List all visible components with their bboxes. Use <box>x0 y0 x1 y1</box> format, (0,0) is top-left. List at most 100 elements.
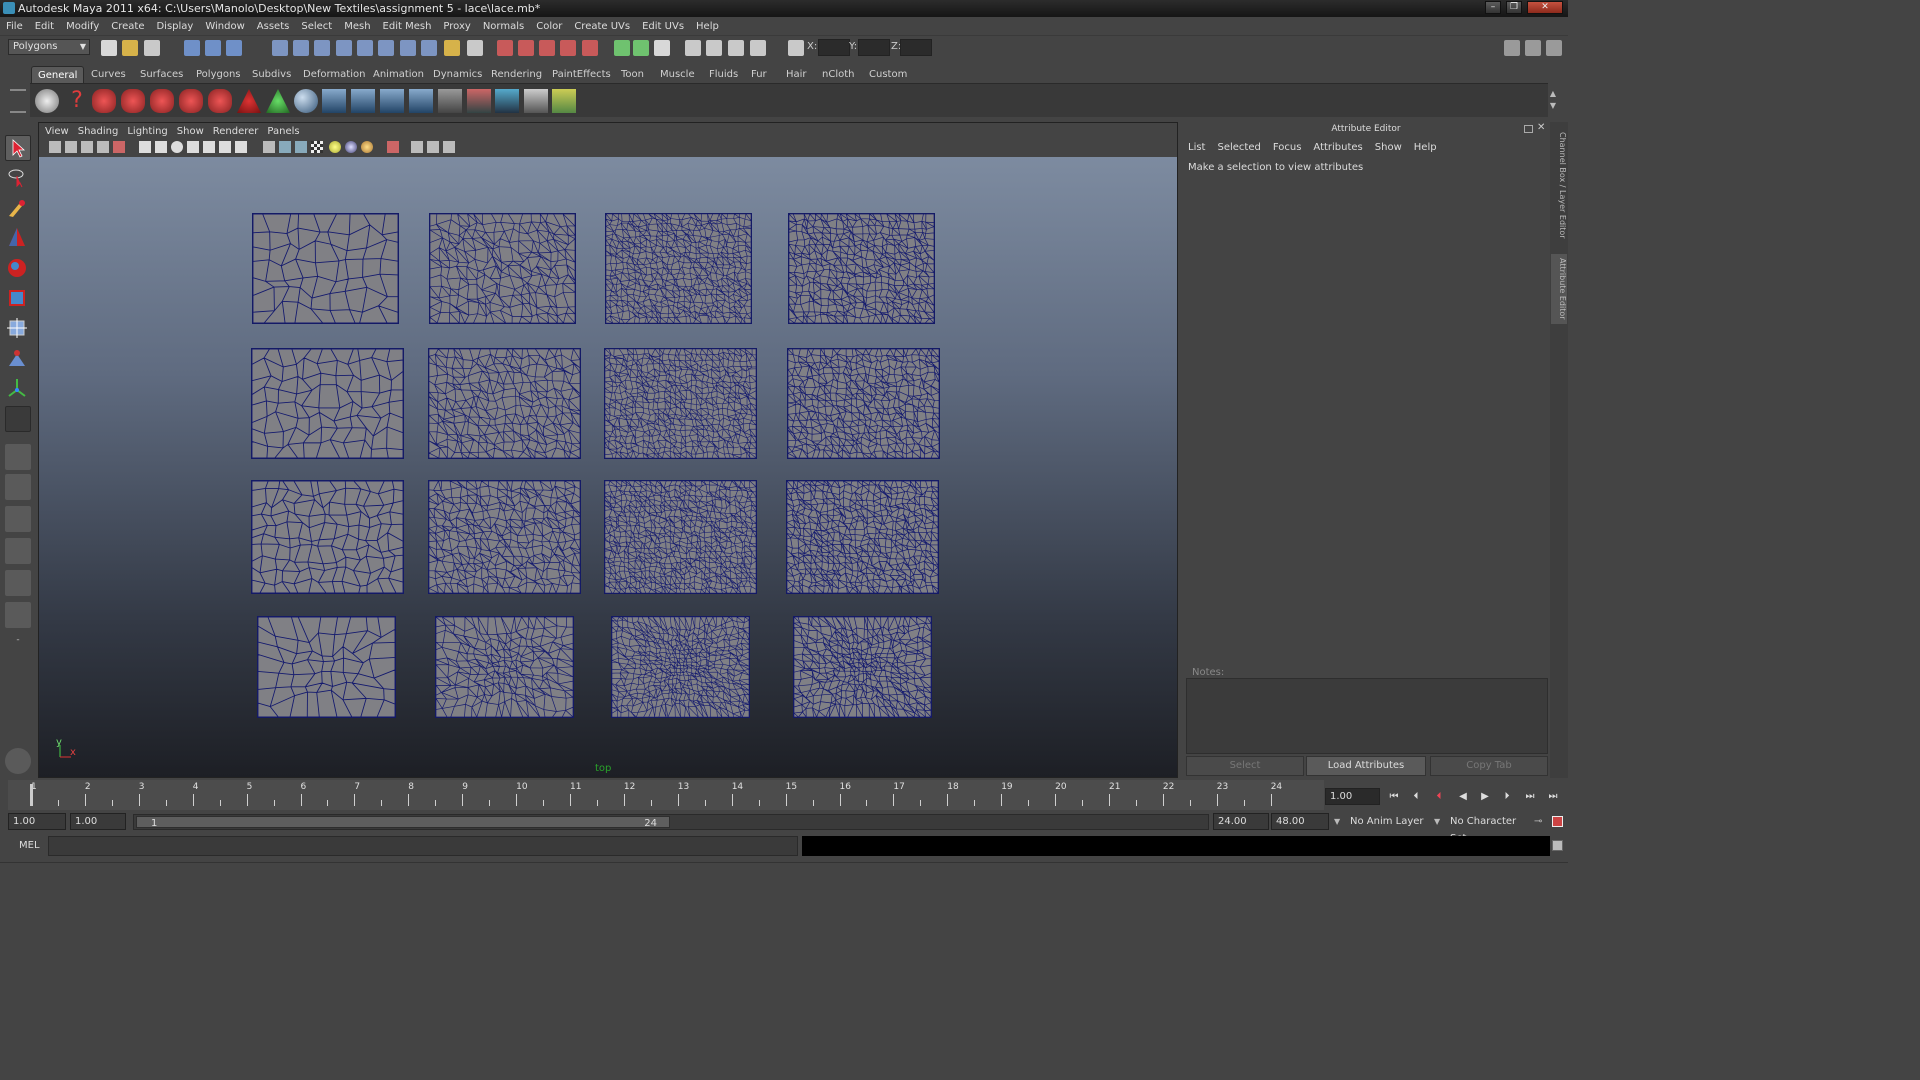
quick-layout-icon[interactable] <box>5 748 31 774</box>
z-field[interactable] <box>900 39 932 56</box>
menu-set-selector[interactable]: Polygons ▼ <box>8 39 90 55</box>
move-tool-icon[interactable] <box>92 89 116 113</box>
snap-surface-icon[interactable] <box>539 40 555 56</box>
outliner-icon[interactable] <box>438 89 462 113</box>
lace-mesh-tile[interactable] <box>252 213 399 324</box>
parent-icon[interactable] <box>380 89 404 113</box>
persp-hypershade-layout-icon[interactable] <box>5 570 31 596</box>
smooth-shade-icon[interactable] <box>279 141 291 153</box>
select-hierarchy-icon[interactable] <box>184 40 200 56</box>
group-icon[interactable] <box>351 89 375 113</box>
current-time-marker[interactable] <box>30 784 33 806</box>
y-field[interactable] <box>858 39 890 56</box>
use-default-lighting-icon[interactable] <box>329 141 341 153</box>
menu-edit-mesh[interactable]: Edit Mesh <box>377 21 438 32</box>
lace-mesh-tile[interactable] <box>428 480 581 594</box>
menu-edit[interactable]: Edit <box>29 21 60 32</box>
textured-icon[interactable] <box>311 141 323 153</box>
xray-joints-icon[interactable] <box>427 141 439 153</box>
paint-brush-icon[interactable] <box>552 89 576 113</box>
grid-icon[interactable] <box>139 141 151 153</box>
step-forward-frame-icon[interactable]: ⏭ <box>1522 790 1538 804</box>
snap-grid-icon[interactable] <box>272 40 288 56</box>
unparent-icon[interactable] <box>409 89 433 113</box>
ae-menu-attributes[interactable]: Attributes <box>1313 142 1374 153</box>
snap-point-icon[interactable] <box>314 40 330 56</box>
key-icon[interactable]: ⊸ <box>1534 813 1542 830</box>
shelf-tab-animation[interactable]: Animation <box>367 66 430 83</box>
go-to-start-icon[interactable]: ⏮ <box>1386 790 1402 804</box>
rotate-tool-icon[interactable] <box>121 89 145 113</box>
select-object-icon[interactable] <box>205 40 221 56</box>
close-panel-icon[interactable]: ✕ <box>1537 122 1545 133</box>
hypergraph-icon[interactable] <box>495 89 519 113</box>
output-ops-icon[interactable] <box>633 40 649 56</box>
character-set-field[interactable]: No Character Set <box>1450 813 1532 830</box>
lace-mesh-tile[interactable] <box>793 616 932 718</box>
bookmarks-icon[interactable] <box>81 141 93 153</box>
resolution-gate-icon[interactable] <box>171 141 183 153</box>
anim-layer-dropdown-icon[interactable]: ▼ <box>1334 813 1340 830</box>
shelf-tab-fluids[interactable]: Fluids <box>703 66 744 83</box>
panel-menu-shading[interactable]: Shading <box>78 126 128 137</box>
soft-modification-icon[interactable] <box>5 346 31 372</box>
panel-menu-renderer[interactable]: Renderer <box>213 126 268 137</box>
help-icon[interactable] <box>421 40 437 56</box>
gate-mask-icon[interactable] <box>187 141 199 153</box>
shelf-tab-subdivs[interactable]: Subdivs <box>246 66 297 83</box>
show-manipulator-icon[interactable] <box>5 376 31 402</box>
save-scene-icon[interactable] <box>144 40 160 56</box>
film-gate-icon[interactable] <box>155 141 167 153</box>
channel-control-icon[interactable] <box>467 89 491 113</box>
image-plane-icon[interactable] <box>97 141 109 153</box>
command-language-label[interactable]: MEL <box>19 840 40 851</box>
menu-assets[interactable]: Assets <box>251 21 296 32</box>
universal-manipulator-icon[interactable] <box>5 316 31 342</box>
open-scene-icon[interactable] <box>122 40 138 56</box>
shelf-menu-icon[interactable] <box>10 89 26 113</box>
script-editor-icon[interactable] <box>1552 840 1563 851</box>
copy-tab-button[interactable]: Copy Tab <box>1430 756 1548 776</box>
minimize-button[interactable]: – <box>1485 1 1501 14</box>
snap-view-plane-icon[interactable] <box>336 40 352 56</box>
ae-menu-show[interactable]: Show <box>1375 142 1414 153</box>
char-set-dropdown-icon[interactable]: ▼ <box>1434 813 1440 830</box>
shadows-icon[interactable] <box>361 141 373 153</box>
ae-menu-selected[interactable]: Selected <box>1217 142 1272 153</box>
tool-settings-toggle-icon[interactable] <box>1525 40 1541 56</box>
layout-options-icon[interactable]: - <box>5 630 31 650</box>
step-back-key-icon[interactable]: ⏴ <box>1431 790 1447 804</box>
shelf-tab-rendering[interactable]: Rendering <box>485 66 548 83</box>
four-view-layout-icon[interactable] <box>5 474 31 500</box>
menu-edit-uvs[interactable]: Edit UVs <box>636 21 690 32</box>
magnet-icon[interactable] <box>518 40 534 56</box>
float-panel-icon[interactable] <box>1524 125 1533 133</box>
viewport-canvas[interactable]: y x top <box>39 157 1177 777</box>
x-field[interactable] <box>818 39 850 56</box>
playback-end-field[interactable]: 24.00 <box>1213 813 1269 830</box>
menu-normals[interactable]: Normals <box>477 21 530 32</box>
backface-culling-icon[interactable] <box>443 141 455 153</box>
shelf-tab-ncloth[interactable]: nCloth <box>816 66 860 83</box>
render-current-icon[interactable] <box>400 40 416 56</box>
shelf-tab-custom[interactable]: Custom <box>863 66 913 83</box>
use-all-lights-icon[interactable] <box>345 141 357 153</box>
current-frame-field[interactable]: 1.00 <box>1325 788 1380 805</box>
step-back-frame-icon[interactable]: ⏴ <box>1408 790 1424 804</box>
anim-layer-field[interactable]: No Anim Layer <box>1350 813 1430 830</box>
lace-mesh-tile[interactable] <box>429 213 576 324</box>
play-forwards-icon[interactable]: ▶ <box>1477 790 1493 804</box>
lace-mesh-tile[interactable] <box>257 616 396 718</box>
go-to-end-icon[interactable]: ⏭ <box>1545 790 1561 804</box>
ae-menu-focus[interactable]: Focus <box>1273 142 1314 153</box>
menu-display[interactable]: Display <box>150 21 199 32</box>
cube-icon[interactable] <box>524 89 548 113</box>
panel-menu-lighting[interactable]: Lighting <box>127 126 176 137</box>
camera-attributes-icon[interactable] <box>65 141 77 153</box>
maximize-button[interactable]: ❐ <box>1506 1 1522 14</box>
lace-mesh-tile[interactable] <box>251 480 404 594</box>
menu-proxy[interactable]: Proxy <box>437 21 476 32</box>
close-button[interactable]: ✕ <box>1527 1 1563 14</box>
grease-pencil-icon[interactable] <box>113 141 125 153</box>
ipr-render-icon[interactable] <box>706 40 722 56</box>
